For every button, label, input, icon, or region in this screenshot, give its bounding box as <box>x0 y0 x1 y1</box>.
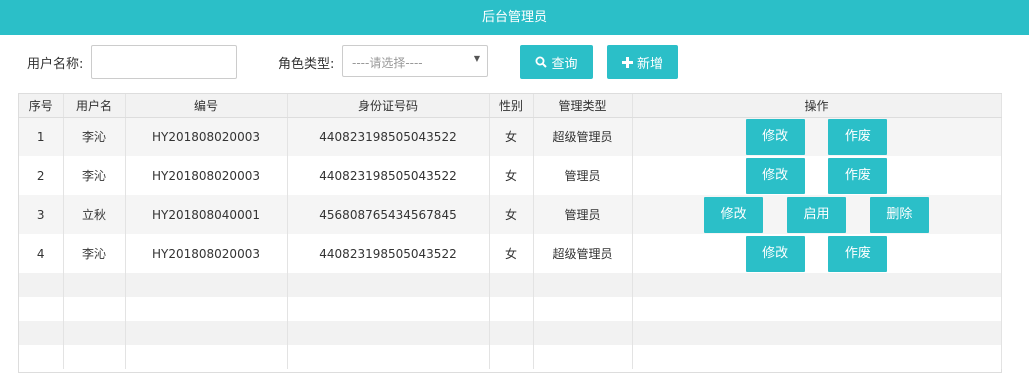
void-button[interactable]: 作废 <box>828 235 888 272</box>
plus-icon <box>621 56 633 68</box>
cell-username: 李沁 <box>63 156 126 195</box>
page-title: 后台管理员 <box>481 10 547 25</box>
cell-role: 管理员 <box>533 195 633 234</box>
column-header: 编号 <box>125 94 288 118</box>
cell-index: 2 <box>19 156 64 195</box>
cell-id-number: 440823198505043522 <box>287 234 490 273</box>
username-input[interactable] <box>91 45 237 79</box>
column-header: 管理类型 <box>533 94 633 118</box>
role-select[interactable]: ----请选择---- ▼ <box>342 45 488 77</box>
empty-row <box>19 345 1002 369</box>
edit-button[interactable]: 修改 <box>745 235 805 272</box>
cell-actions: 修改 作废 <box>632 156 1002 195</box>
admin-table: 序号 用户名 编号 身份证号码 性别 管理类型 操作 1 李沁 HY201808… <box>18 93 1002 373</box>
chevron-down-icon: ▼ <box>473 54 480 63</box>
cell-actions: 修改 启用 删除 <box>632 195 1002 234</box>
cell-actions: 修改 作废 <box>632 234 1002 273</box>
add-button[interactable]: 新增 <box>607 45 678 79</box>
cell-code: HY201808020003 <box>125 234 288 273</box>
table-row: 2 李沁 HY201808020003 440823198505043522 女… <box>19 156 1002 195</box>
cell-actions: 修改 作废 <box>632 117 1002 156</box>
cell-role: 管理员 <box>533 156 633 195</box>
edit-button[interactable]: 修改 <box>745 118 805 155</box>
empty-row <box>19 273 1002 297</box>
table-row: 1 李沁 HY201808020003 440823198505043522 女… <box>19 117 1002 156</box>
cell-username: 李沁 <box>63 234 126 273</box>
edit-button[interactable]: 修改 <box>704 196 764 233</box>
cell-index: 3 <box>19 195 64 234</box>
column-header: 操作 <box>632 94 1002 118</box>
cell-id-number: 440823198505043522 <box>287 117 490 156</box>
page-header: 后台管理员 <box>0 0 1029 35</box>
column-header: 序号 <box>19 94 64 118</box>
void-button[interactable]: 作废 <box>828 157 888 194</box>
edit-button[interactable]: 修改 <box>745 157 805 194</box>
cell-role: 超级管理员 <box>533 234 633 273</box>
cell-index: 1 <box>19 117 64 156</box>
cell-index: 4 <box>19 234 64 273</box>
role-select-value: ----请选择---- <box>352 56 423 70</box>
void-button[interactable]: 作废 <box>828 118 888 155</box>
cell-code: HY201808020003 <box>125 117 288 156</box>
role-label: 角色类型: <box>278 57 335 72</box>
cell-code: HY201808040001 <box>125 195 288 234</box>
column-header: 用户名 <box>63 94 126 118</box>
cell-role: 超级管理员 <box>533 117 633 156</box>
column-header: 身份证号码 <box>287 94 490 118</box>
cell-gender: 女 <box>489 234 534 273</box>
cell-gender: 女 <box>489 117 534 156</box>
empty-row <box>19 297 1002 321</box>
table-header-row: 序号 用户名 编号 身份证号码 性别 管理类型 操作 <box>19 94 1002 118</box>
cell-id-number: 456808765434567845 <box>287 195 490 234</box>
cell-gender: 女 <box>489 156 534 195</box>
username-label: 用户名称: <box>27 57 84 72</box>
search-icon <box>535 56 548 68</box>
filter-bar: 用户名称: 角色类型: ----请选择---- ▼ 查询 新增 <box>0 35 1029 91</box>
column-header: 性别 <box>489 94 534 118</box>
cell-username: 立秋 <box>63 195 126 234</box>
cell-username: 李沁 <box>63 117 126 156</box>
delete-button[interactable]: 删除 <box>869 196 929 233</box>
search-button-label: 查询 <box>551 56 578 72</box>
cell-code: HY201808020003 <box>125 156 288 195</box>
empty-row <box>19 321 1002 345</box>
search-button[interactable]: 查询 <box>520 45 593 79</box>
table-row: 3 立秋 HY201808040001 456808765434567845 女… <box>19 195 1002 234</box>
table-row: 4 李沁 HY201808020003 440823198505043522 女… <box>19 234 1002 273</box>
add-button-label: 新增 <box>636 56 663 72</box>
cell-gender: 女 <box>489 195 534 234</box>
cell-id-number: 440823198505043522 <box>287 156 490 195</box>
enable-button[interactable]: 启用 <box>787 196 846 233</box>
